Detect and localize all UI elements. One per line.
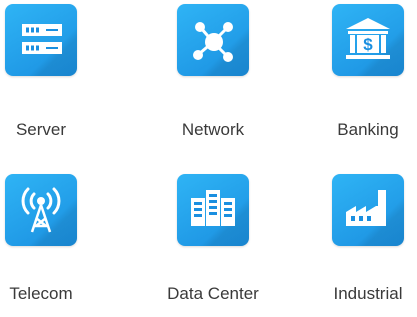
tile-industrial[interactable]: Industrial (318, 174, 417, 304)
tile-server[interactable]: Server (0, 4, 91, 140)
tile-label: Data Center (167, 284, 259, 303)
tile-data-center[interactable]: Data Center (163, 174, 263, 304)
antenna-tower-icon (5, 174, 77, 246)
industry-grid: Server Network $ Banking Telecom Data Ce… (0, 0, 417, 317)
tile-label: Telecom (9, 284, 73, 303)
tile-network[interactable]: Network (163, 4, 263, 140)
tile-label: Banking (337, 120, 399, 139)
network-icon (177, 4, 249, 76)
tile-telecom[interactable]: Telecom (0, 174, 91, 304)
server-icon (5, 4, 77, 76)
bank-icon: $ (332, 4, 404, 76)
tile-label: Server (15, 120, 67, 139)
data-center-icon (177, 174, 249, 246)
factory-icon (332, 174, 404, 246)
tile-label: Network (181, 120, 245, 139)
tile-banking[interactable]: $ Banking (318, 4, 417, 140)
tile-label: Industrial (333, 284, 403, 303)
svg-text:$: $ (363, 35, 373, 54)
